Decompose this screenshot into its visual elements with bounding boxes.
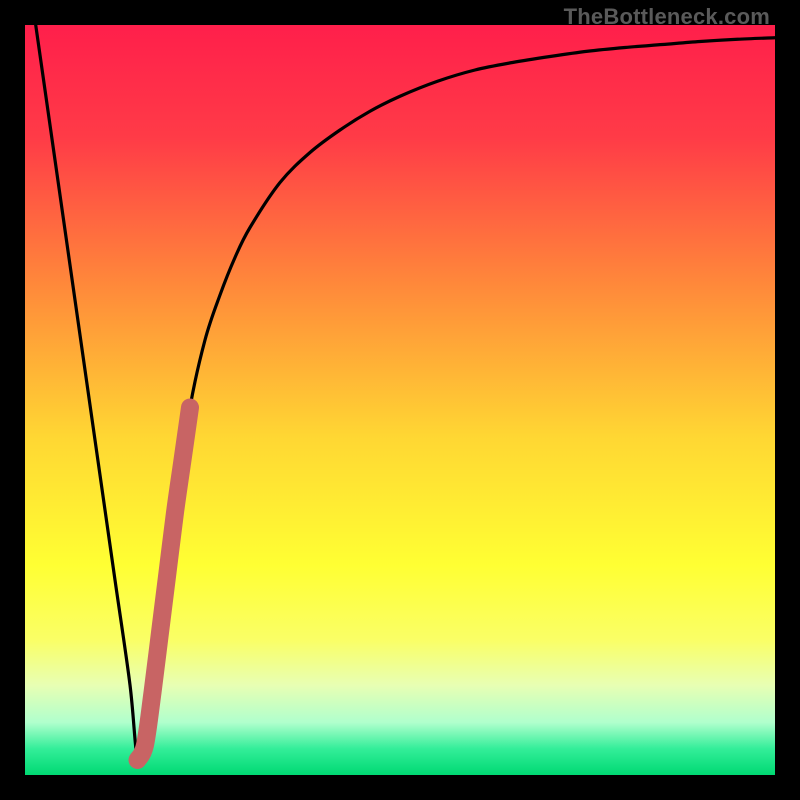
watermark-text: TheBottleneck.com (564, 4, 770, 30)
chart-frame: TheBottleneck.com (0, 0, 800, 800)
plot-area (25, 25, 775, 775)
highlight-segment (138, 408, 191, 761)
curve-layer (25, 25, 775, 775)
bottleneck-curve (25, 25, 775, 765)
